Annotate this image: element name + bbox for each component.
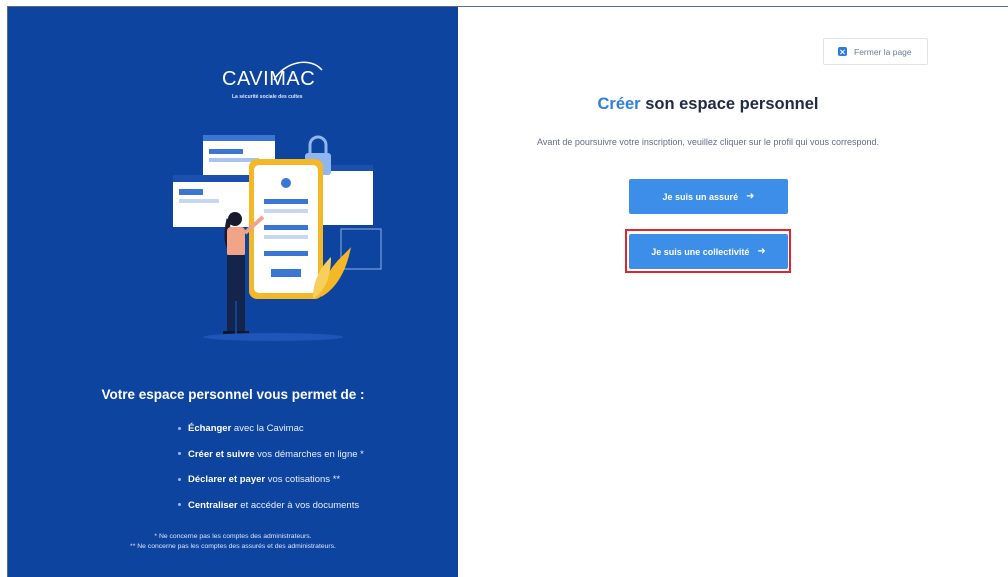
feature-text: et accéder à vos documents [237, 499, 360, 511]
page-title: Créer son espace personnel [458, 95, 958, 114]
left-panel: CAVIMAC La sécurité sociale des cultes V… [8, 7, 458, 577]
page: CAVIMAC La sécurité sociale des cultes V… [0, 0, 1008, 577]
bullet-icon [178, 477, 181, 481]
features-title: Votre espace personnel vous permet de : [101, 387, 365, 402]
feature-bold: Créer et suivre [188, 448, 255, 460]
signup-illustration [173, 135, 382, 341]
arrow-right-icon: ➜ [746, 191, 755, 202]
feature-bold: Centraliser [188, 499, 238, 511]
bullet-icon [178, 452, 181, 456]
feature-item: Échanger avec la Cavimac [178, 422, 364, 448]
page-title-rest: son espace personnel [640, 95, 819, 113]
feature-item: Centraliser et accéder à vos documents [178, 499, 364, 525]
assure-button-label: Je suis un assuré [662, 191, 739, 202]
footnote-2: ** Ne concerne pas les comptes des assur… [130, 543, 336, 550]
feature-item: Créer et suivre vos démarches en ligne * [178, 448, 364, 474]
highlight-box [625, 229, 791, 273]
feature-item: Déclarer et payer vos cotisations ** [178, 473, 364, 499]
assure-profile-button[interactable]: Je suis un assuré ➜ [629, 179, 788, 214]
cavimac-logo: CAVIMAC La sécurité sociale des cultes [222, 61, 326, 102]
bullet-icon [178, 503, 181, 507]
close-icon [838, 47, 847, 56]
feature-text: avec la Cavimac [231, 423, 304, 434]
logo-text: CAVIMAC [222, 68, 316, 90]
feature-text: vos cotisations ** [265, 474, 341, 485]
feature-bold: Échanger [188, 423, 232, 434]
page-subtitle: Avant de poursuivre votre inscription, v… [536, 137, 879, 147]
page-title-accent: Créer [597, 95, 641, 113]
feature-bold: Déclarer et payer [188, 474, 266, 485]
feature-text: vos démarches en ligne * [254, 448, 364, 460]
logo-tagline: La sécurité sociale des cultes [232, 94, 303, 100]
bullet-icon [178, 426, 181, 430]
close-page-label: Fermer la page [854, 46, 912, 57]
close-page-button[interactable]: Fermer la page [823, 38, 928, 65]
footnote-1: * Ne concerne pas les comptes des admini… [154, 533, 312, 540]
features-list: Échanger avec la Cavimac Créer et suivre… [178, 422, 364, 524]
footnotes: * Ne concerne pas les comptes des admini… [8, 532, 458, 552]
